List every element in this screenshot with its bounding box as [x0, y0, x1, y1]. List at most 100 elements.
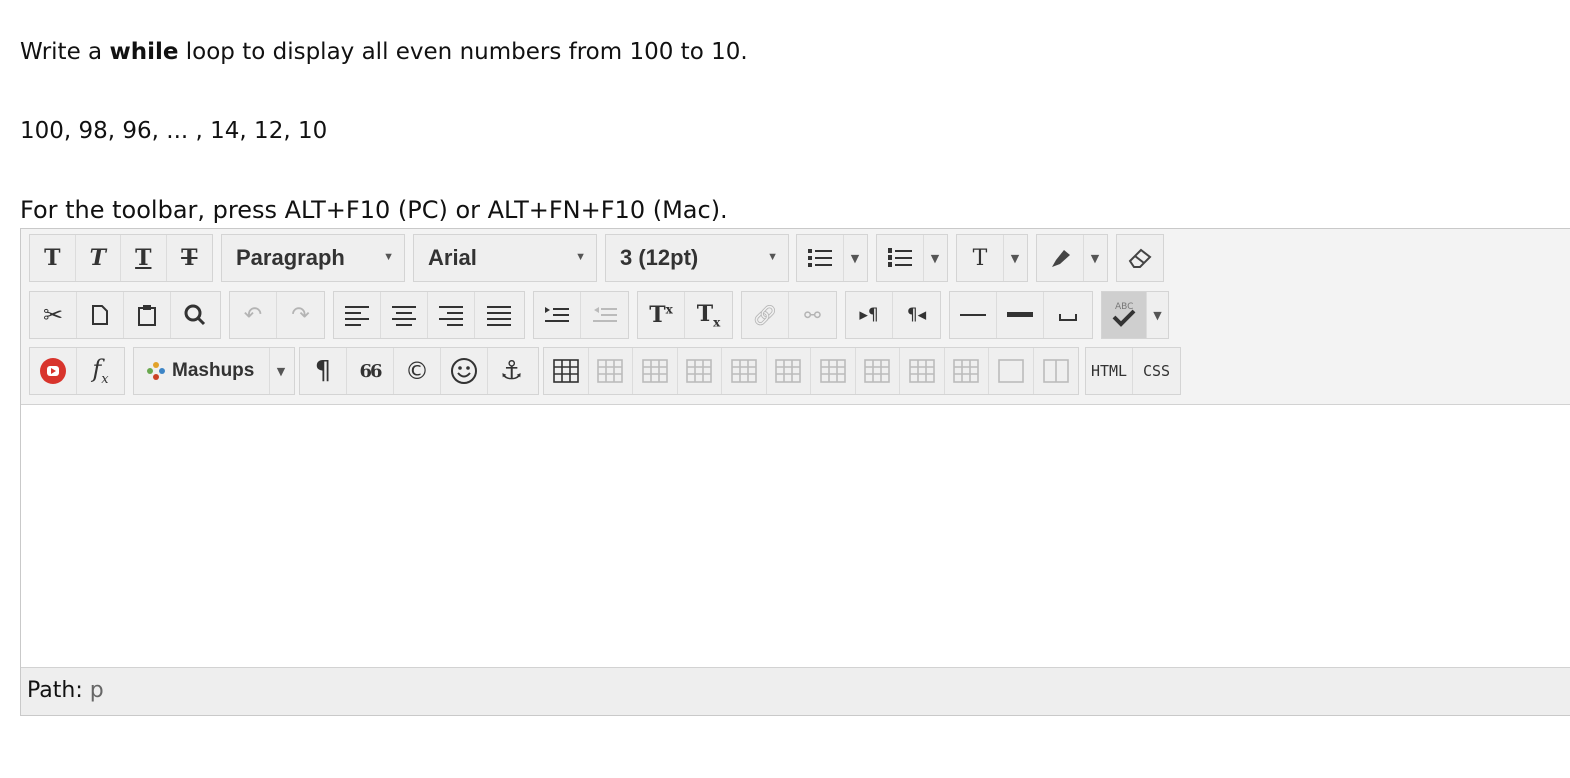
bold-button[interactable]: T	[30, 235, 76, 281]
rich-text-editor: T T T T Paragraph ▼ Arial ▼ 3 (12pt) ▼ ▼…	[20, 228, 1570, 716]
paste-button[interactable]	[124, 292, 171, 338]
insert-equation-button[interactable]: fx	[77, 348, 124, 394]
align-left-icon	[345, 306, 369, 326]
align-left-button[interactable]	[334, 292, 381, 338]
spellcheck-icon: ABC	[1112, 302, 1136, 327]
emoticon-button[interactable]	[441, 348, 488, 394]
table-col-after-button[interactable]	[767, 348, 811, 394]
table-columns-icon	[1042, 359, 1069, 383]
table-row-before-button[interactable]	[589, 348, 633, 394]
superscript-button[interactable]: Tx	[638, 292, 685, 338]
path-element-p[interactable]: p	[90, 678, 104, 703]
unlink-icon: ⚯	[804, 303, 821, 327]
cut-button[interactable]: ✂	[30, 292, 77, 338]
align-center-button[interactable]	[381, 292, 428, 338]
undo-icon: ↶	[243, 302, 263, 328]
paste-icon	[138, 305, 156, 326]
horizontal-line-button[interactable]	[950, 292, 997, 338]
table-merge-cells-button[interactable]	[856, 348, 900, 394]
table-layout-button[interactable]	[1034, 348, 1078, 394]
italic-button[interactable]: T	[76, 235, 122, 281]
remove-link-button[interactable]: ⚯	[789, 292, 836, 338]
chevron-down-icon: ▼	[276, 364, 286, 378]
indent-button[interactable]	[534, 292, 581, 338]
table-delete-row-button[interactable]	[678, 348, 722, 394]
blockquote-button[interactable]: 66	[347, 348, 394, 394]
html-source-button[interactable]: HTML	[1086, 348, 1133, 394]
align-right-button[interactable]	[428, 292, 475, 338]
numbered-list-dropdown[interactable]: ▼	[924, 235, 946, 281]
indent-icon	[545, 307, 569, 322]
thick-line-button[interactable]	[997, 292, 1044, 338]
mashups-dropdown[interactable]: ▼	[270, 348, 292, 394]
space-icon	[1058, 314, 1077, 321]
numbered-list-button[interactable]	[877, 235, 924, 281]
svg-text:ABC: ABC	[1115, 302, 1133, 312]
font-size-select[interactable]: 3 (12pt) ▼	[605, 234, 789, 282]
subscript-button[interactable]: Tx	[685, 292, 732, 338]
spellcheck-dropdown[interactable]: ▼	[1147, 292, 1168, 338]
search-icon	[184, 304, 205, 326]
clear-format-group	[1116, 234, 1164, 282]
bullet-list-icon	[808, 249, 832, 267]
align-right-icon	[439, 306, 463, 326]
insert-video-button[interactable]	[30, 348, 77, 394]
align-justify-icon	[486, 306, 511, 326]
redo-button[interactable]: ↷	[277, 292, 324, 338]
text-color-button[interactable]: T	[957, 235, 1004, 281]
text-style-group: T T T T	[29, 234, 213, 282]
editor-path-bar: Path: p	[21, 667, 1570, 715]
anchor-button[interactable]: ⚓	[488, 348, 535, 394]
ltr-icon: ▸¶	[859, 305, 879, 325]
paragraph-format-select[interactable]: Paragraph ▼	[221, 234, 405, 282]
bullet-list-dropdown[interactable]: ▼	[844, 235, 866, 281]
bullet-list-button[interactable]	[797, 235, 844, 281]
css-editor-button[interactable]: CSS	[1133, 348, 1180, 394]
highlight-button[interactable]	[1037, 235, 1084, 281]
chevron-down-icon: ▼	[383, 251, 394, 263]
video-icon	[40, 358, 66, 384]
text-color-icon: T	[972, 245, 988, 271]
strikethrough-button[interactable]: T	[167, 235, 212, 281]
spellcheck-button[interactable]: ABC	[1102, 292, 1147, 338]
pilcrow-icon: ¶	[314, 356, 332, 386]
copy-button[interactable]	[77, 292, 124, 338]
rtl-button[interactable]: ¶◂	[893, 292, 940, 338]
paragraph-button[interactable]: ¶	[300, 348, 347, 394]
table-props-button[interactable]	[989, 348, 1034, 394]
numbered-list-icon	[888, 248, 912, 267]
highlight-dropdown[interactable]: ▼	[1084, 235, 1106, 281]
text-color-dropdown[interactable]: ▼	[1004, 235, 1026, 281]
nonbreaking-space-button[interactable]	[1044, 292, 1091, 338]
insert-link-button[interactable]: 🔗︎	[742, 292, 789, 338]
table-row-after-button[interactable]	[633, 348, 678, 394]
table-cell-props-button[interactable]	[945, 348, 989, 394]
mashups-label: Mashups	[172, 360, 255, 381]
table-row-before-icon	[597, 359, 624, 383]
special-character-button[interactable]: ©	[394, 348, 441, 394]
justify-button[interactable]	[475, 292, 522, 338]
table-col-before-icon	[730, 359, 757, 383]
ltr-button[interactable]: ▸¶	[846, 292, 893, 338]
mashups-button[interactable]: Mashups	[134, 348, 270, 394]
table-delete-col-button[interactable]	[811, 348, 856, 394]
table-split-cells-button[interactable]	[900, 348, 945, 394]
table-props-icon	[997, 359, 1024, 383]
editor-content-area[interactable]	[21, 405, 1570, 667]
editor-toolbar: T T T T Paragraph ▼ Arial ▼ 3 (12pt) ▼ ▼…	[21, 229, 1570, 405]
source-group: HTML CSS	[1085, 347, 1181, 395]
find-button[interactable]	[171, 292, 218, 338]
copyright-icon: ©	[405, 357, 429, 385]
undo-button[interactable]: ↶	[230, 292, 277, 338]
css-label: CSS	[1142, 362, 1171, 380]
table-col-after-icon	[775, 359, 802, 383]
table-col-before-button[interactable]	[722, 348, 767, 394]
outdent-button[interactable]	[581, 292, 628, 338]
rule-group	[949, 291, 1093, 339]
underline-button[interactable]: T	[121, 235, 167, 281]
insert-table-button[interactable]	[544, 348, 589, 394]
clear-format-button[interactable]	[1117, 235, 1163, 281]
scissors-icon: ✂	[42, 301, 64, 329]
font-family-select[interactable]: Arial ▼	[413, 234, 597, 282]
mashups-icon	[147, 362, 165, 380]
